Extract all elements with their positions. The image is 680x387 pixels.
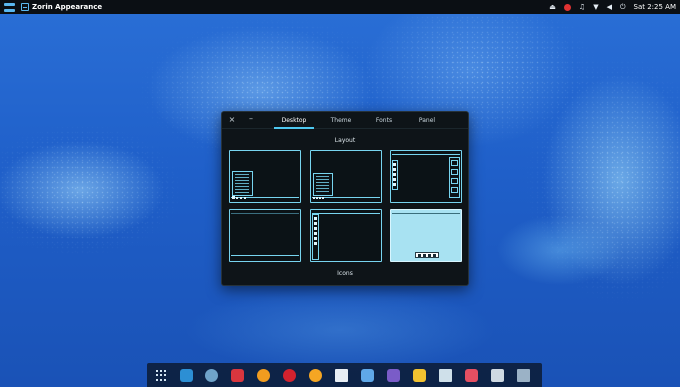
dock-item [393,173,396,176]
dock-item [393,178,396,181]
layout-option-taskbar-menu-alt[interactable] [310,150,382,203]
vivaldi-icon[interactable] [231,369,244,382]
tab-desktop[interactable]: Desktop [274,112,314,129]
window-titlebar[interactable]: × – Desktop Theme Fonts Panel [222,112,468,129]
dock-item [314,222,317,225]
tab-panel[interactable]: Panel [407,112,447,129]
window-icon[interactable] [517,369,530,382]
appearance-icon [21,3,29,11]
top-bar-preview [231,212,299,214]
document-icon[interactable] [335,369,348,382]
minimize-button[interactable]: – [246,114,256,123]
tile-preview [451,169,458,175]
taskbar-item [236,197,238,199]
clock[interactable]: Sat 2:25 AM [634,3,676,11]
eject-icon[interactable]: ⏏ [549,3,556,11]
disk-icon[interactable] [491,369,504,382]
taskbar-item [244,197,246,199]
taskbar-item [316,197,318,199]
draw-icon[interactable] [465,369,478,382]
visual-studio-icon[interactable] [387,369,400,382]
messenger-icon[interactable] [309,369,322,382]
top-bar-preview [392,212,460,214]
layout-option-side-docks[interactable] [390,150,462,203]
tab-bar: Desktop Theme Fonts Panel [274,112,447,129]
red-indicator-icon[interactable] [563,3,571,11]
dock-item [314,232,317,235]
layout-option-taskbar-menu[interactable] [229,150,301,203]
top-panel: Zorin Appearance ⏏ ♫ ▼ ◀ ⏻ Sat 2:25 AM [0,0,680,14]
start-menu-preview [313,173,333,196]
tile-preview [451,187,458,193]
opera-icon[interactable] [283,369,296,382]
wifi-icon[interactable]: ▼ [593,3,598,11]
top-bar-preview [392,153,460,155]
taskbar-item [232,196,235,199]
notes-icon[interactable] [413,369,426,382]
firefox-icon[interactable] [257,369,270,382]
power-icon[interactable]: ⏻ [620,3,626,11]
bottom-panel-preview [231,255,299,258]
bottom-dock-preview [415,252,439,258]
tab-theme[interactable]: Theme [321,112,361,129]
system-tray: ⏏ ♫ ▼ ◀ ⏻ Sat 2:25 AM [549,3,676,11]
dock-item [393,163,396,166]
start-menu-preview [232,171,253,196]
app-menu[interactable]: Zorin Appearance [21,3,102,11]
dock-item [314,227,317,230]
dock-item [393,183,396,186]
layout-section-title: Layout [334,137,356,144]
zorin-logo-icon[interactable] [4,2,15,12]
taskbar-item [240,197,242,199]
app-grid-icon[interactable] [155,369,168,382]
tab-fonts[interactable]: Fonts [364,112,404,129]
package-icon[interactable] [361,369,374,382]
files-icon[interactable] [439,369,452,382]
appearance-window: × – Desktop Theme Fonts Panel Layout Ico… [221,111,469,286]
chrome-icon[interactable] [205,369,218,382]
music-icon[interactable]: ♫ [579,3,585,11]
icons-section-title: Icons [337,270,353,277]
taskbar-item [322,197,324,199]
close-button[interactable]: × [227,115,237,124]
layout-option-bottom-dock[interactable] [390,209,462,262]
volume-icon[interactable]: ◀ [607,3,612,11]
dock-item [393,168,396,171]
top-bar-preview [312,212,380,214]
layout-option-left-dock[interactable] [310,209,382,262]
dock-item [314,242,317,245]
tile-preview [451,178,458,184]
taskbar-item [319,197,321,199]
store-icon[interactable] [180,369,193,382]
app-name-label: Zorin Appearance [32,3,103,11]
layout-option-bottom-panel[interactable] [229,209,301,262]
bottom-dock [147,363,542,387]
tile-preview [451,160,458,166]
taskbar-item [313,197,315,199]
dock-item [314,217,317,220]
dock-item [314,237,317,240]
top-panel-left: Zorin Appearance [4,2,102,12]
